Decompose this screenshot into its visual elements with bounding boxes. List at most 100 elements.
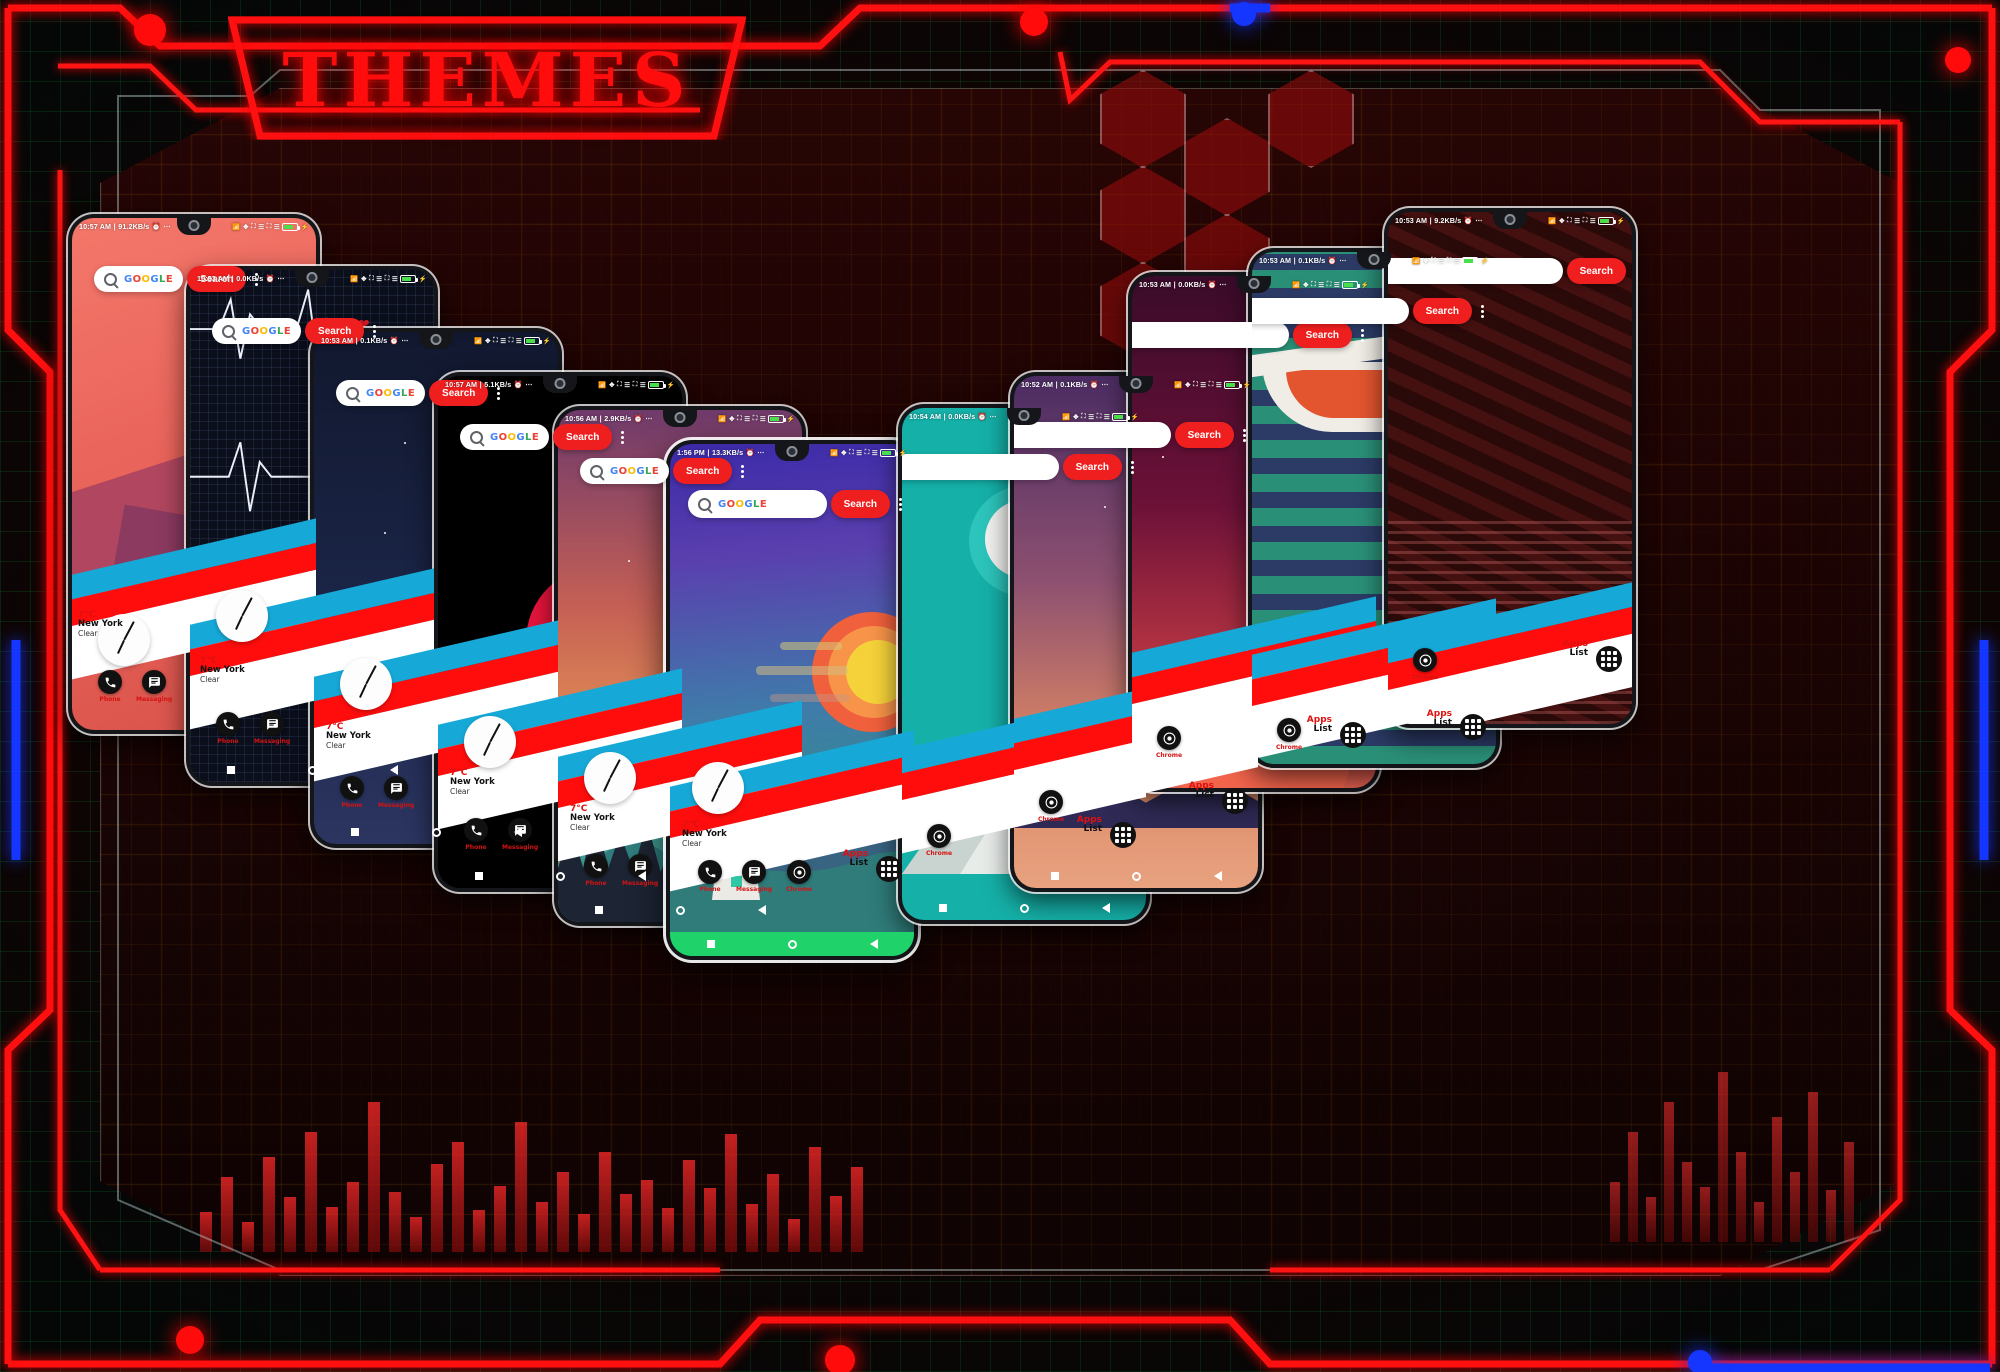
app-grid-icon[interactable]	[1596, 646, 1622, 672]
search-button[interactable]: Search	[673, 458, 733, 484]
circle-home-icon[interactable]	[675, 905, 685, 915]
search-button[interactable]: Search	[1566, 258, 1626, 284]
search-button[interactable]: Search	[1174, 422, 1234, 448]
kebab-menu-icon[interactable]	[1238, 428, 1250, 442]
navigation-bar[interactable]	[438, 864, 682, 888]
circle-home-icon[interactable]	[787, 939, 797, 949]
weather-widget[interactable]: 7°C New York Clear	[450, 768, 495, 797]
search-input[interactable]: GOOGLE	[902, 454, 1059, 480]
triangle-back-icon[interactable]	[637, 871, 646, 881]
search-input[interactable]: GOOGLE	[94, 266, 184, 292]
kebab-menu-icon[interactable]	[894, 497, 906, 511]
square-recents-icon[interactable]	[474, 872, 483, 880]
kebab-menu-icon[interactable]	[1356, 328, 1368, 342]
dock-item-messaging[interactable]: Messaging	[736, 860, 772, 893]
search-input[interactable]: GOOGLE	[1132, 322, 1289, 348]
search-input[interactable]: GOOGLE	[688, 490, 827, 518]
search-widget[interactable]: GOOGLE Search	[688, 490, 906, 518]
clock-widget[interactable]	[584, 752, 636, 804]
dock-item-chrome[interactable]: Chrome	[926, 824, 952, 857]
circle-home-icon[interactable]	[1019, 903, 1029, 913]
triangle-back-icon[interactable]	[513, 827, 522, 837]
dock-item-chrome[interactable]: Chrome	[1412, 648, 1438, 681]
app-grid-icon[interactable]	[1340, 722, 1366, 748]
clock-widget[interactable]	[216, 590, 268, 642]
phone-mockup-tread[interactable]: 10:53 AM | 9.2KB/s ⏰ ⋯ 📶 ✥ ⛶ ☰ ⛶ ☰ ⚡ Sea…	[1384, 208, 1636, 728]
phone-mockup-lighthouse[interactable]: 1:56 PM | 13.3KB/s ⏰ ⋯ 📶 ✥ ⛶ ☰ ⛶ ☰ ⚡ GOO…	[666, 440, 918, 960]
dock-item-chrome[interactable]: Chrome	[786, 860, 812, 893]
circle-home-icon[interactable]	[1131, 871, 1141, 881]
weather-widget[interactable]: 7°C New York Clear	[200, 656, 245, 685]
search-input[interactable]: GOOGLE	[580, 458, 670, 484]
search-widget[interactable]: GOOGLE Search	[1252, 298, 1488, 324]
clock-widget[interactable]	[340, 658, 392, 710]
app-dock[interactable]: Chrome	[1156, 726, 1182, 759]
search-input[interactable]: GOOGLE	[336, 380, 426, 406]
navigation-bar[interactable]	[190, 758, 434, 782]
triangle-back-icon[interactable]	[1213, 871, 1222, 881]
dock-item-chrome[interactable]: Chrome	[1038, 790, 1064, 823]
navigation-bar[interactable]	[902, 896, 1146, 920]
weather-widget[interactable]: 7°C New York Clear	[570, 804, 615, 833]
dock-item-phone[interactable]: Phone	[98, 670, 122, 703]
square-recents-icon[interactable]	[594, 906, 603, 914]
app-dock[interactable]: Chrome	[926, 824, 952, 857]
dock-item-messaging[interactable]: Messaging	[136, 670, 172, 703]
kebab-menu-icon[interactable]	[1126, 460, 1138, 474]
square-recents-icon[interactable]	[706, 940, 715, 948]
weather-widget[interactable]: 7°C New York Clear	[326, 722, 371, 751]
search-widget[interactable]: GOOGLE Search	[902, 454, 1138, 480]
search-widget[interactable]: GOOGLE Search	[1014, 422, 1250, 448]
triangle-back-icon[interactable]	[869, 939, 878, 949]
search-widget[interactable]: GOOGLE Search	[460, 424, 674, 450]
navigation-bar[interactable]	[558, 898, 802, 922]
triangle-back-icon[interactable]	[389, 765, 398, 775]
navigation-bar[interactable]	[1014, 864, 1258, 888]
kebab-menu-icon[interactable]	[736, 464, 748, 478]
app-grid-icon[interactable]	[1222, 788, 1248, 814]
search-button[interactable]: Search	[830, 490, 890, 518]
weather-widget[interactable]: 7°C New York Clear	[682, 820, 727, 849]
search-input[interactable]: GOOGLE	[1014, 422, 1171, 448]
app-dock[interactable]: Phone Messaging	[98, 670, 172, 703]
dock-item-phone[interactable]: Phone	[698, 860, 722, 893]
kebab-menu-icon[interactable]	[1476, 304, 1488, 318]
app-dock[interactable]: Chrome	[1412, 648, 1438, 681]
navigation-bar[interactable]	[670, 932, 914, 956]
search-input[interactable]: GOOGLE	[460, 424, 550, 450]
clock-widget[interactable]	[464, 716, 516, 768]
triangle-back-icon[interactable]	[1101, 903, 1110, 913]
square-recents-icon[interactable]	[350, 828, 359, 836]
app-dock[interactable]: Chrome	[1038, 790, 1064, 823]
app-dock[interactable]: Chrome	[1276, 718, 1302, 751]
square-recents-icon[interactable]	[938, 904, 947, 912]
search-widget[interactable]: GOOGLE Search	[1132, 322, 1368, 348]
app-dock[interactable]: Phone Messaging Chrome	[698, 860, 812, 893]
app-grid-icon[interactable]	[876, 856, 902, 882]
circle-home-icon[interactable]	[555, 871, 565, 881]
kebab-menu-icon[interactable]	[616, 430, 628, 444]
search-input[interactable]: GOOGLE	[1252, 298, 1409, 324]
status-network-speed: 9.2KB/s	[1434, 216, 1462, 225]
square-recents-icon[interactable]	[226, 766, 235, 774]
app-grid-icon[interactable]	[1110, 822, 1136, 848]
circle-home-icon[interactable]	[431, 827, 441, 837]
search-widget[interactable]: GOOGLE Search	[580, 458, 794, 484]
clock-widget[interactable]	[692, 762, 744, 814]
dock-item-chrome[interactable]: Chrome	[1276, 718, 1302, 751]
search-button[interactable]: Search	[1292, 322, 1352, 348]
triangle-back-icon[interactable]	[757, 905, 766, 915]
search-button[interactable]: Search	[553, 424, 613, 450]
navigation-bar[interactable]	[314, 820, 558, 844]
search-button[interactable]: Search	[1062, 454, 1122, 480]
dock-item-phone[interactable]: Phone	[216, 712, 240, 745]
weather-widget[interactable]: 7°C New York Clear	[78, 610, 123, 639]
dock-item-chrome[interactable]: Chrome	[1156, 726, 1182, 759]
dock-item-messaging[interactable]: Messaging	[254, 712, 290, 745]
circle-home-icon[interactable]	[307, 765, 317, 775]
search-button[interactable]: Search	[1412, 298, 1472, 324]
app-dock[interactable]: Phone Messaging	[216, 712, 290, 745]
app-grid-icon[interactable]	[1460, 714, 1486, 740]
square-recents-icon[interactable]	[1050, 872, 1059, 880]
search-input[interactable]: GOOGLE	[212, 318, 302, 344]
